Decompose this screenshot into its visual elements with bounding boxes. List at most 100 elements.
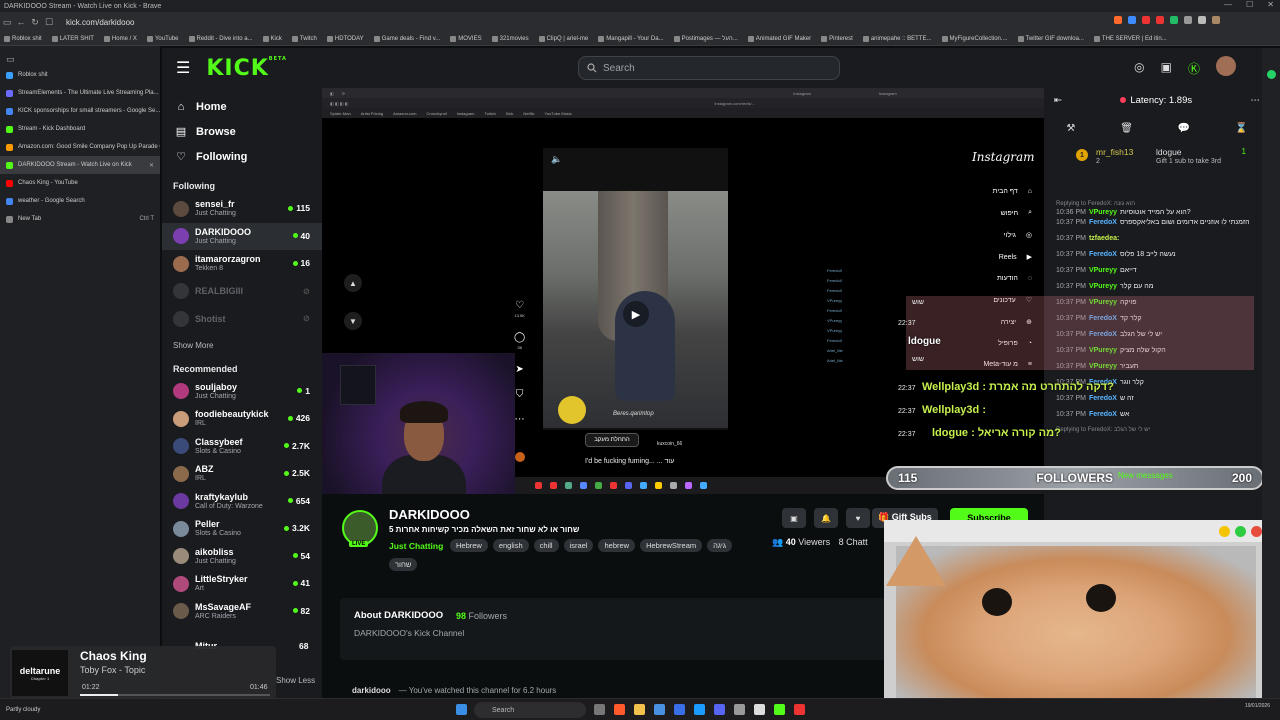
bookmark-item[interactable]: YouTube [146,35,179,42]
bookmark-item[interactable]: Mangapill - Your Da... [598,35,664,42]
previous-reel-icon[interactable]: ▲ [344,274,362,292]
tag[interactable]: גיגה [707,539,733,552]
folder-icon[interactable] [634,704,645,715]
extension-icon[interactable] [1170,16,1178,24]
browser-tab[interactable]: weather - Google Search [0,192,160,210]
browser-tab[interactable]: New Tab Ctrl T [0,210,160,228]
kick-logo[interactable]: KICKBETA [206,56,287,81]
windows-icon[interactable] [456,704,467,715]
tag[interactable]: hebrew [598,539,636,552]
taskbar-search[interactable]: Search [474,702,586,718]
bookmark-item[interactable]: Kick [262,35,282,42]
message-user[interactable]: VPureyy [1089,209,1117,216]
comment-icon[interactable]: ◯ [514,332,525,343]
maximize-dot-icon[interactable] [1235,525,1246,537]
sidebar-channel[interactable]: kraftykaylub Call of Duty: Warzone 654 [162,488,322,516]
sidebar-channel[interactable]: foodiebeautykick IRL 426 [162,405,322,433]
sidebar-channel[interactable]: DARKIDOOO Just Chatting 40 [162,222,322,250]
browser-tab[interactable]: Amazon.com: Good Smile Company Pop Up Pa… [0,138,160,156]
extension-icon[interactable] [1156,16,1164,24]
extension-icon[interactable] [1184,16,1192,24]
nav-home[interactable]: ⌂ Home [162,94,322,119]
steam-icon[interactable] [694,704,705,715]
tag[interactable]: english [492,539,529,552]
reel-follow-button[interactable]: התחלת מעקב [585,433,639,447]
bookmark-icon[interactable]: ☐ [42,17,56,28]
close-window-button[interactable]: ✕ [1267,0,1274,9]
browser-tab[interactable]: DARKIDOOO Stream - Watch Live on Kick ✕ [0,156,160,174]
search-input[interactable]: Search [578,56,840,80]
brave-icon[interactable] [614,704,625,715]
tag[interactable]: chill [533,539,559,552]
extension-icon[interactable] [1142,16,1150,24]
extension-icon[interactable] [1128,16,1136,24]
bookmark-item[interactable]: 321movies [491,35,529,42]
insta-nav-item[interactable]: הודעות ◌ [997,275,1032,282]
browser-tab[interactable]: Stream - Kick Dashboard [0,120,160,138]
bookmark-item[interactable]: animepahe :: BETTE... [862,35,932,42]
bookmark-item[interactable]: Animated GIF Maker [747,35,811,42]
sidebar-channel[interactable]: Shotist ⊘ [162,305,322,333]
bookmark-item[interactable]: THE SERVER | Ed itin... [1093,35,1167,42]
bookmark-item[interactable]: Pinterest [821,35,853,42]
nav-following[interactable]: ♡ Following [162,144,322,169]
back-icon[interactable]: ← [14,17,28,27]
close-tab-icon[interactable]: ✕ [149,162,154,169]
like-icon[interactable]: ♡ [515,300,524,311]
tag[interactable]: שחור [389,558,418,571]
brave-shield-icon[interactable] [1114,16,1122,24]
bookmark-item[interactable]: Postimages — העל... [673,35,738,42]
hourglass-icon[interactable]: ⌛ [1235,123,1247,134]
kick-k-icon[interactable]: Ⓚ [1188,60,1200,77]
insta-nav-item[interactable]: דף הבית ⌂ [993,188,1032,195]
sidebar-channel[interactable]: souljaboy Just Chatting 1 [162,378,322,406]
hammer-icon[interactable]: ⚒ [1066,123,1075,134]
browser-tab[interactable]: KICK sponsorships for small streamers - … [0,102,160,120]
sidebar-channel[interactable]: LittleStryker Art 41 [162,570,322,598]
app-icon[interactable] [654,704,665,715]
sidebar-channel[interactable]: ABZ IRL 2.5K [162,460,322,488]
browser-tab[interactable]: Chaos King - YouTube [0,174,160,192]
minimize-dot-icon[interactable] [1219,525,1230,537]
menu-icon[interactable]: ☰ [176,58,190,78]
bookmark-item[interactable]: MyFigureCollection.... [941,35,1008,42]
heart-icon[interactable]: ♥ [846,508,870,528]
streamer-dashboard-icon[interactable]: ▣ [1161,60,1172,77]
sidebar-channel[interactable]: Peller Slots & Casino 3.2K [162,515,322,543]
bookmark-item[interactable]: Twitter GIF downloa... [1017,35,1084,42]
discord-icon[interactable] [714,704,725,715]
sidebar-channel[interactable]: MsSavageAF ARC Raiders 82 [162,598,322,626]
notifications-icon[interactable]: ◎ [1134,60,1144,77]
bookmark-item[interactable]: LATER SHIT [51,35,94,42]
message-user[interactable]: VPureyy [1089,283,1117,290]
bookmark-item[interactable]: Reddit - Dive into a... [188,35,253,42]
bell-icon[interactable]: 🔔 [814,508,838,528]
sidebar-channel[interactable]: sensei_fr Just Chatting 115 [162,195,322,223]
chat-bubble-icon[interactable]: 💬 [1178,123,1190,134]
bookmark-item[interactable]: Roblox shit [4,35,42,42]
bookmark-item[interactable]: Game deals - Find v... [373,35,440,42]
insta-nav-item[interactable]: חיפוש ⌕ [1001,209,1032,217]
bookmark-item[interactable]: Home / X [103,35,137,42]
share-icon[interactable]: ➤ [515,364,523,375]
avatar[interactable] [1216,56,1236,76]
whatsapp-icon[interactable] [1266,70,1276,79]
tag[interactable]: israel [563,539,594,552]
reload-icon[interactable]: ↻ [28,17,42,28]
sidebar-channel[interactable]: Classybeef Slots & Casino 2.7K [162,433,322,461]
bookmark-item[interactable]: HDTODAY [326,35,364,42]
more-icon[interactable]: ⋯ [515,414,525,425]
message-user[interactable]: VPureyy [1089,267,1117,274]
next-reel-icon[interactable]: ▼ [344,312,362,330]
play-icon[interactable]: ▶ [623,301,649,327]
browser-tab[interactable]: Roblox shit [0,66,160,84]
tag[interactable]: Hebrew [450,539,488,552]
new-messages-indicator[interactable]: New messages [1118,471,1173,480]
sidebar-channel[interactable]: REALBIGIII ⊘ [162,278,322,306]
bookmark-item[interactable]: ClipQ | ariel-me [538,35,588,42]
chat-settings-icon[interactable]: ⋯ [1250,95,1260,106]
collapse-chat-icon[interactable]: ⇤ [1054,95,1062,106]
profile-icon[interactable] [1212,16,1220,24]
category-link[interactable]: Just Chatting [389,541,443,551]
trash-icon[interactable]: 🗑 [1120,123,1133,134]
